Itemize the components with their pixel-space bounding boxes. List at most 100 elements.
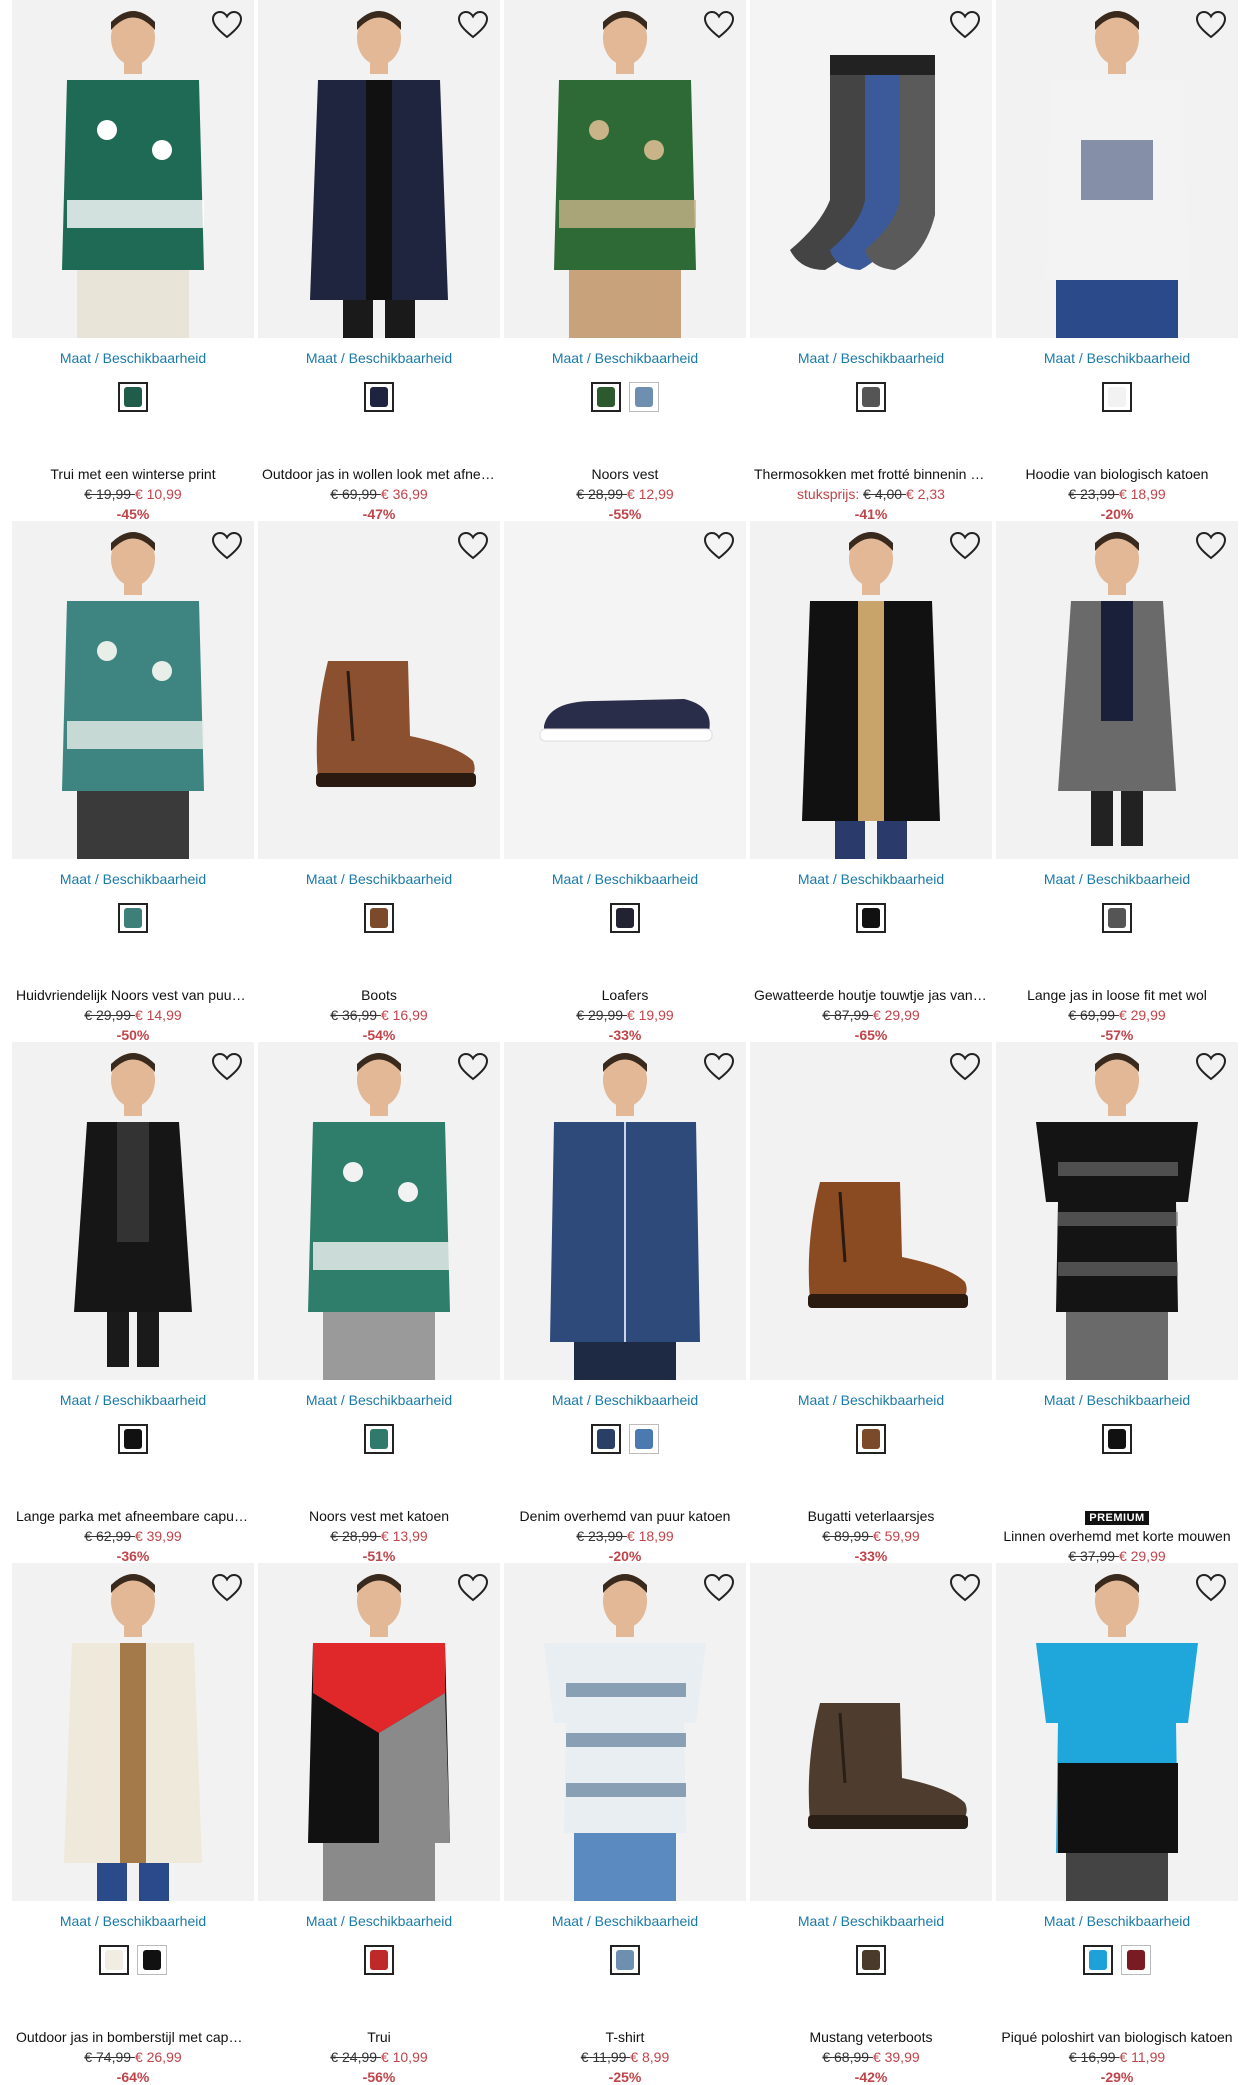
size-availability-link[interactable]: Maat / Beschikbaarheid (504, 871, 746, 887)
product-card-5[interactable]: Maat / Beschikbaarheid Hoodie van biolog… (996, 0, 1242, 522)
size-availability-link[interactable]: Maat / Beschikbaarheid (504, 350, 746, 366)
product-image[interactable] (996, 0, 1238, 338)
product-image[interactable] (996, 1042, 1238, 1380)
product-title[interactable]: Gewatteerde houtje touwtje jas van cordu… (750, 987, 992, 1003)
color-swatch[interactable] (856, 903, 886, 933)
size-availability-link[interactable]: Maat / Beschikbaarheid (750, 871, 992, 887)
product-card-9[interactable]: Maat / Beschikbaarheid Gewatteerde houtj… (750, 521, 996, 1043)
size-availability-link[interactable]: Maat / Beschikbaarheid (996, 871, 1238, 887)
product-image[interactable] (12, 1563, 254, 1901)
product-title[interactable]: Boots (258, 987, 500, 1003)
color-swatch[interactable] (856, 1424, 886, 1454)
wishlist-heart-icon[interactable] (456, 529, 490, 563)
wishlist-heart-icon[interactable] (210, 8, 244, 42)
color-swatch[interactable] (1102, 1424, 1132, 1454)
wishlist-heart-icon[interactable] (702, 1050, 736, 1084)
product-image[interactable] (504, 1563, 746, 1901)
wishlist-heart-icon[interactable] (456, 1050, 490, 1084)
color-swatch[interactable] (118, 903, 148, 933)
color-swatch[interactable] (1102, 903, 1132, 933)
product-title[interactable]: Lange parka met afneembare capuchon (12, 1508, 254, 1524)
color-swatch[interactable] (364, 1424, 394, 1454)
wishlist-heart-icon[interactable] (702, 1571, 736, 1605)
wishlist-heart-icon[interactable] (702, 8, 736, 42)
product-image[interactable] (750, 521, 992, 859)
product-card-11[interactable]: Maat / Beschikbaarheid Lange parka met a… (12, 1042, 258, 1564)
wishlist-heart-icon[interactable] (1194, 8, 1228, 42)
product-card-8[interactable]: Maat / Beschikbaarheid Loafers € 29,99 €… (504, 521, 750, 1043)
color-swatch[interactable] (591, 1424, 621, 1454)
size-availability-link[interactable]: Maat / Beschikbaarheid (504, 1392, 746, 1408)
product-title[interactable]: Noors vest met katoen (258, 1508, 500, 1524)
product-card-6[interactable]: Maat / Beschikbaarheid Huidvriendelijk N… (12, 521, 258, 1043)
product-card-2[interactable]: Maat / Beschikbaarheid Outdoor jas in wo… (258, 0, 504, 522)
product-card-19[interactable]: Maat / Beschikbaarheid Mustang veterboot… (750, 1563, 996, 2085)
product-card-15[interactable]: Maat / Beschikbaarheid PREMIUM Linnen ov… (996, 1042, 1242, 1584)
color-swatch[interactable] (591, 382, 621, 412)
product-image[interactable] (504, 521, 746, 859)
product-card-12[interactable]: Maat / Beschikbaarheid Noors vest met ka… (258, 1042, 504, 1564)
color-swatch[interactable] (610, 903, 640, 933)
color-swatch[interactable] (364, 903, 394, 933)
color-swatch[interactable] (118, 382, 148, 412)
product-title[interactable]: Outdoor jas in wollen look met afneembar… (258, 466, 500, 482)
product-image[interactable] (504, 1042, 746, 1380)
size-availability-link[interactable]: Maat / Beschikbaarheid (258, 871, 500, 887)
size-availability-link[interactable]: Maat / Beschikbaarheid (258, 1913, 500, 1929)
size-availability-link[interactable]: Maat / Beschikbaarheid (12, 350, 254, 366)
size-availability-link[interactable]: Maat / Beschikbaarheid (750, 350, 992, 366)
wishlist-heart-icon[interactable] (948, 529, 982, 563)
size-availability-link[interactable]: Maat / Beschikbaarheid (750, 1392, 992, 1408)
product-title[interactable]: Linnen overhemd met korte mouwen (996, 1528, 1238, 1544)
wishlist-heart-icon[interactable] (948, 1571, 982, 1605)
size-availability-link[interactable]: Maat / Beschikbaarheid (258, 1392, 500, 1408)
product-card-16[interactable]: Maat / Beschikbaarheid Outdoor jas in bo… (12, 1563, 258, 2085)
size-availability-link[interactable]: Maat / Beschikbaarheid (12, 1392, 254, 1408)
product-card-1[interactable]: Maat / Beschikbaarheid Trui met een wint… (12, 0, 258, 522)
product-title[interactable]: Trui met een winterse print (12, 466, 254, 482)
size-availability-link[interactable]: Maat / Beschikbaarheid (996, 1913, 1238, 1929)
product-image[interactable] (258, 0, 500, 338)
wishlist-heart-icon[interactable] (210, 529, 244, 563)
product-image[interactable] (258, 1563, 500, 1901)
product-title[interactable]: Hoodie van biologisch katoen (996, 466, 1238, 482)
wishlist-heart-icon[interactable] (948, 8, 982, 42)
product-image[interactable] (12, 0, 254, 338)
wishlist-heart-icon[interactable] (948, 1050, 982, 1084)
product-title[interactable]: Thermosokken met frotté binnenin (3 paar… (750, 466, 992, 482)
product-image[interactable] (750, 0, 992, 338)
product-image[interactable] (12, 521, 254, 859)
size-availability-link[interactable]: Maat / Beschikbaarheid (504, 1913, 746, 1929)
product-card-3[interactable]: Maat / Beschikbaarheid Noors vest € 28,9… (504, 0, 750, 522)
size-availability-link[interactable]: Maat / Beschikbaarheid (996, 350, 1238, 366)
color-swatch[interactable] (137, 1945, 167, 1975)
product-card-10[interactable]: Maat / Beschikbaarheid Lange jas in loos… (996, 521, 1242, 1043)
product-card-17[interactable]: Maat / Beschikbaarheid Trui € 24,99 € 10… (258, 1563, 504, 2085)
wishlist-heart-icon[interactable] (456, 8, 490, 42)
product-title[interactable]: Loafers (504, 987, 746, 1003)
product-title[interactable]: Outdoor jas in bomberstijl met capuchon (12, 2029, 254, 2045)
wishlist-heart-icon[interactable] (1194, 529, 1228, 563)
wishlist-heart-icon[interactable] (1194, 1571, 1228, 1605)
product-title[interactable]: Piqué poloshirt van biologisch katoen (996, 2029, 1238, 2045)
product-image[interactable] (750, 1042, 992, 1380)
wishlist-heart-icon[interactable] (702, 529, 736, 563)
product-title[interactable]: Noors vest (504, 466, 746, 482)
product-image[interactable] (750, 1563, 992, 1901)
product-image[interactable] (258, 1042, 500, 1380)
wishlist-heart-icon[interactable] (456, 1571, 490, 1605)
product-card-18[interactable]: Maat / Beschikbaarheid T-shirt € 11,99 €… (504, 1563, 750, 2085)
size-availability-link[interactable]: Maat / Beschikbaarheid (750, 1913, 992, 1929)
color-swatch[interactable] (99, 1945, 129, 1975)
color-swatch[interactable] (610, 1945, 640, 1975)
product-title[interactable]: Mustang veterboots (750, 2029, 992, 2045)
product-title[interactable]: Trui (258, 2029, 500, 2045)
product-card-14[interactable]: Maat / Beschikbaarheid Bugatti veterlaar… (750, 1042, 996, 1564)
color-swatch[interactable] (1121, 1945, 1151, 1975)
color-swatch[interactable] (364, 382, 394, 412)
wishlist-heart-icon[interactable] (210, 1571, 244, 1605)
color-swatch[interactable] (364, 1945, 394, 1975)
size-availability-link[interactable]: Maat / Beschikbaarheid (12, 871, 254, 887)
product-image[interactable] (504, 0, 746, 338)
product-title[interactable]: T-shirt (504, 2029, 746, 2045)
